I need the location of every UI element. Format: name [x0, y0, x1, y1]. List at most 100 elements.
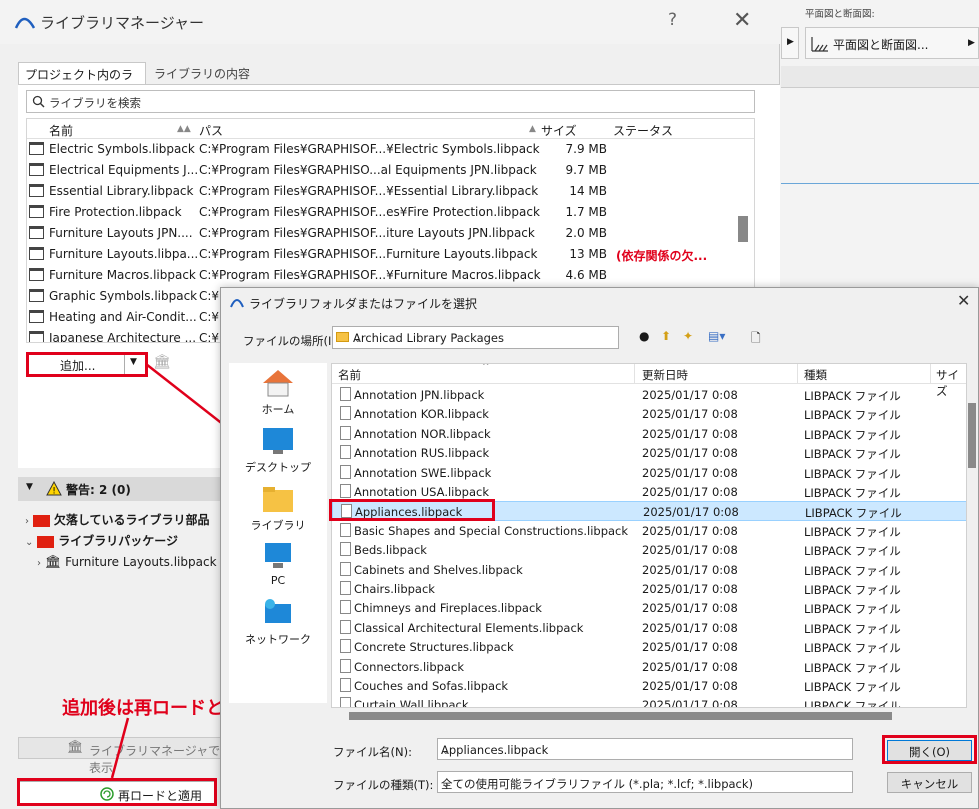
file-name: Beds.libpack: [354, 543, 427, 558]
file-type: LIBPACK ファイル: [804, 486, 901, 500]
file-row[interactable]: Annotation SWE.libpack 2025/01/17 0:08 LIB…: [332, 463, 966, 482]
button-label: キャンセル: [900, 777, 959, 791]
up-folder-icon[interactable]: ⬆: [661, 329, 671, 343]
file-list: 名前 ^ 更新日時 種類 サイズ Annotation JPN.libpack 2…: [331, 363, 967, 708]
place-home[interactable]: ホーム: [229, 368, 327, 417]
place-label: PC: [270, 574, 286, 587]
file-date: 2025/01/17 0:08: [642, 543, 738, 558]
file-type: LIBPACK ファイル: [804, 602, 901, 617]
file-date: 2025/01/17 0:08: [642, 465, 738, 480]
file-row[interactable]: Connectors.libpack 2025/01/17 0:08 LIBPACK…: [332, 657, 966, 676]
place-label: ライブラリ: [250, 519, 306, 532]
file-type: LIBPACK ファイル: [804, 466, 901, 481]
file-icon: [340, 600, 351, 615]
place-label: ネットワーク: [245, 633, 311, 646]
file-icon: [340, 387, 351, 401]
cancel-button[interactable]: キャンセル: [887, 772, 972, 793]
column-separator[interactable]: [797, 364, 798, 384]
file-row[interactable]: Curtain Wall.libpack 2025/01/17 0:08 LIBPA…: [332, 695, 966, 708]
file-icon: [340, 484, 351, 498]
chevron-down-icon: ⌄: [353, 331, 363, 345]
location-label: ファイルの場所(I):: [243, 334, 340, 348]
file-row[interactable]: Annotation JPN.libpack 2025/01/17 0:08 LIB…: [332, 385, 966, 404]
file-type: LIBPACK ファイル: [804, 641, 901, 656]
file-name: Cabinets and Shelves.libpack: [354, 562, 523, 577]
file-name: Concrete Structures.libpack: [354, 640, 514, 655]
back-icon[interactable]: ●: [639, 329, 649, 343]
view-menu-icon[interactable]: ▤▾: [708, 329, 725, 343]
filetype-combo[interactable]: 全ての使用可能ライブラリファイル (*.pla; *.lcf; *.libpac…: [437, 771, 853, 793]
file-name: Annotation KOR.libpack: [354, 407, 489, 422]
filename-input[interactable]: Appliances.libpack ⌄: [437, 738, 853, 760]
column-header-date[interactable]: 更新日時: [642, 367, 688, 383]
file-type: LIBPACK ファイル: [804, 408, 901, 423]
arrow-line-reload: [110, 717, 130, 779]
file-icon: [340, 697, 351, 707]
file-name: Annotation USA.libpack: [354, 485, 489, 499]
file-date: 2025/01/17 0:08: [642, 485, 738, 499]
file-name: Classical Architectural Elements.libpack: [354, 620, 584, 635]
place-pc[interactable]: PC: [229, 541, 327, 587]
location-combo[interactable]: Archicad Library Packages ⌄: [332, 326, 619, 349]
file-icon: [340, 581, 351, 595]
file-name: Annotation SWE.libpack: [354, 465, 492, 480]
file-row[interactable]: Chairs.libpack 2025/01/17 0:08 LIBPACK ファイ…: [332, 579, 966, 598]
file-name: Chairs.libpack: [354, 582, 435, 596]
column-header-name[interactable]: 名前: [338, 367, 361, 383]
file-list-header: 名前 ^ 更新日時 種類 サイズ: [332, 363, 966, 398]
vertical-scrollbar[interactable]: [968, 403, 976, 468]
file-date: 2025/01/17 0:08: [642, 446, 738, 461]
highlight-box-appliances: [329, 499, 495, 521]
file-date: 2025/01/17 0:08: [642, 601, 738, 616]
place-desktop[interactable]: デスクトップ: [229, 426, 327, 475]
file-date: 2025/01/17 0:08: [642, 426, 738, 441]
file-row[interactable]: Chimneys and Fireplaces.libpack 2025/01/1…: [332, 598, 966, 617]
new-folder-icon[interactable]: ✦: [683, 329, 693, 343]
file-row[interactable]: Cabinets and Shelves.libpack 2025/01/17 0…: [332, 560, 966, 579]
file-icon: [340, 425, 351, 440]
pc-icon: [265, 543, 291, 568]
column-separator[interactable]: [930, 364, 931, 384]
file-icon: [340, 522, 351, 537]
file-icon: [340, 619, 351, 634]
file-type: LIBPACK ファイル: [804, 389, 901, 403]
file-name: Couches and Sofas.libpack: [354, 679, 509, 693]
place-network[interactable]: ネットワーク: [229, 598, 327, 647]
file-row[interactable]: Annotation RUS.libpack 2025/01/17 0:08 LIB…: [332, 443, 966, 462]
file-date: 2025/01/17 0:08: [642, 407, 738, 422]
preview-icon[interactable]: 🗋: [751, 329, 761, 350]
file-icon: [340, 639, 351, 654]
folder-icon: [336, 332, 349, 342]
chevron-down-icon: ⌄: [441, 743, 451, 757]
place-library[interactable]: ライブラリ: [229, 484, 327, 533]
file-date: 2025/01/17 0:08: [643, 505, 739, 520]
horizontal-scrollbar[interactable]: [349, 712, 892, 720]
home-icon: [263, 370, 293, 397]
file-type: LIBPACK ファイル: [804, 699, 901, 708]
file-date: 2025/01/17 0:08: [642, 679, 738, 693]
desktop-icon: [263, 428, 293, 454]
file-type: LIBPACK ファイル: [804, 524, 901, 539]
column-header-type[interactable]: 種類: [804, 367, 827, 383]
file-name: Annotation JPN.libpack: [354, 388, 485, 402]
dialog-title: ライブラリフォルダまたはファイルを選択: [249, 297, 478, 311]
file-row[interactable]: Classical Architectural Elements.libpack…: [332, 618, 966, 637]
column-separator[interactable]: [634, 364, 635, 384]
file-name: Annotation NOR.libpack: [354, 426, 491, 441]
file-name: Curtain Wall.libpack: [354, 698, 469, 708]
chevron-down-icon: ⌄: [441, 776, 451, 790]
file-date: 2025/01/17 0:08: [642, 659, 738, 674]
file-name: Connectors.libpack: [354, 659, 464, 674]
places-bar: ホーム デスクトップ ライブラリ PC ネットワーク: [229, 363, 327, 703]
file-row[interactable]: Concrete Structures.libpack 2025/01/17 0:…: [332, 637, 966, 656]
file-row[interactable]: Beds.libpack 2025/01/17 0:08 LIBPACK ファイル: [332, 540, 966, 559]
close-icon[interactable]: ✕: [957, 291, 970, 310]
file-row[interactable]: Annotation KOR.libpack 2025/01/17 0:08 LIB…: [332, 404, 966, 423]
file-icon: [340, 561, 351, 576]
file-row[interactable]: Basic Shapes and Special Constructions.l…: [332, 521, 966, 540]
file-row[interactable]: Annotation NOR.libpack 2025/01/17 0:08 LIB…: [332, 424, 966, 443]
file-row[interactable]: Couches and Sofas.libpack 2025/01/17 0:08…: [332, 676, 966, 695]
network-icon: [265, 599, 291, 623]
place-label: デスクトップ: [245, 461, 311, 474]
sort-icon: ^: [482, 363, 490, 372]
